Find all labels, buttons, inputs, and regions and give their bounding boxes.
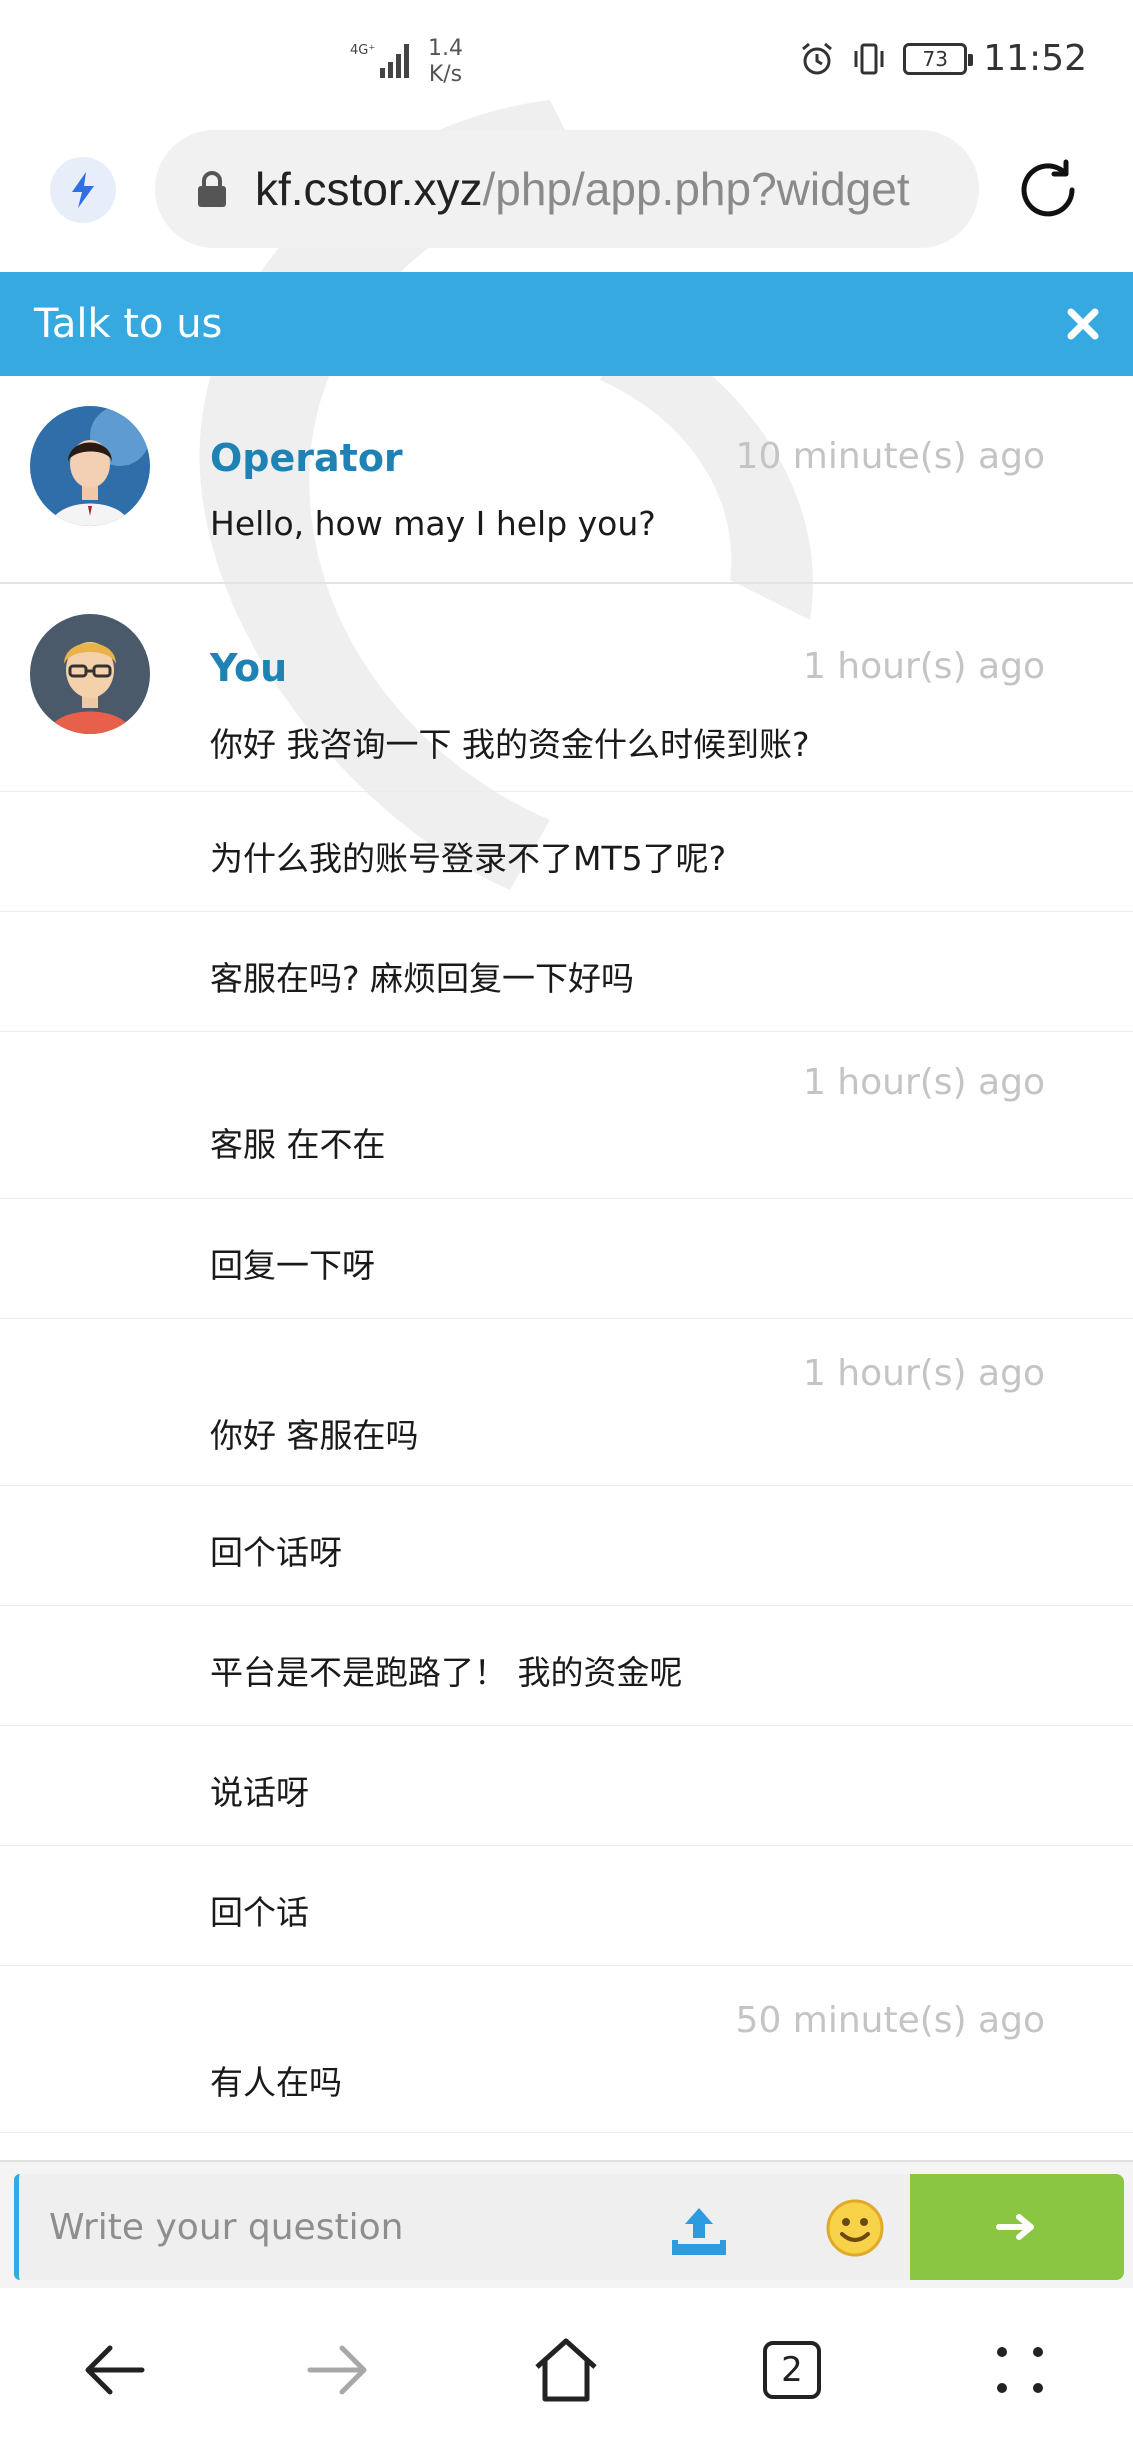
reload-icon[interactable] [1012, 154, 1084, 226]
user-message-row: 为什么我的账号登录不了MT5了呢? [0, 792, 1133, 912]
message-timestamp: 50 minute(s) ago [735, 2000, 1045, 2041]
back-button[interactable] [76, 2332, 152, 2408]
tab-count: 2 [763, 2341, 821, 2399]
user-message-text: 客服 在不在 [210, 1125, 386, 1164]
signal-icon: 4G⁺ [350, 43, 409, 78]
status-bar: 4G⁺ 1.4 K/s 73 11:52 [0, 0, 1133, 130]
user-message-text: 客服在吗? 麻烦回复一下好吗 [210, 959, 635, 998]
network-speed-unit: K/s [428, 62, 463, 87]
widget-title: Talk to us [34, 301, 223, 347]
user-message-row: 回个话 [0, 1846, 1133, 1966]
user-message-text: 有人在吗 [210, 2063, 342, 2102]
url-path: /php/app.php?widget [482, 163, 910, 215]
user-message-row: 回复一下呀 [0, 1199, 1133, 1319]
user-message-row: 回个话呀 [0, 1486, 1133, 1606]
user-message-text: 回复一下呀 [210, 1246, 375, 1285]
user-message-text: 你好 我咨询一下 我的资金什么时候到账? [210, 725, 810, 764]
home-button[interactable] [528, 2332, 604, 2408]
browser-bottom-nav: 2 [0, 2290, 1133, 2453]
user-message-row: 50 minute(s) ago 有人在吗 [0, 1966, 1133, 2133]
user-message-text: 你好 客服在吗 [210, 1416, 419, 1455]
tabs-button[interactable]: 2 [754, 2332, 830, 2408]
status-time: 11:52 [983, 38, 1087, 79]
user-name: You [210, 646, 288, 690]
close-icon[interactable] [1061, 302, 1105, 346]
user-message-text: 平台是不是跑路了！ 我的资金呢 [210, 1653, 683, 1692]
lightning-icon [72, 172, 94, 208]
user-avatar [30, 614, 150, 734]
arrow-right-icon [996, 2214, 1034, 2240]
url-host: kf.cstor.xyz [255, 163, 483, 215]
chat-widget-header: Talk to us [0, 272, 1133, 376]
operator-message: Operator 10 minute(s) ago Hello, how may… [0, 376, 1133, 584]
user-message-row: 说话呀 [0, 1726, 1133, 1846]
network-speed-value: 1.4 [428, 36, 463, 61]
user-message-text: 说话呀 [210, 1773, 309, 1812]
upload-icon[interactable] [671, 2204, 727, 2256]
message-timestamp: 1 hour(s) ago [802, 1353, 1045, 1394]
network-speed: 1.4 K/s [428, 36, 463, 88]
user-message-text: 回个话呀 [210, 1533, 342, 1572]
battery-indicator: 73 [903, 42, 974, 75]
user-message-text: 回个话 [210, 1893, 309, 1932]
arrow-left-icon [85, 2345, 145, 2395]
operator-timestamp: 10 minute(s) ago [735, 436, 1045, 477]
lock-icon [198, 171, 226, 207]
emoji-icon[interactable] [825, 2198, 885, 2258]
browser-address-row: kf.cstor.xyz/php/app.php?widget [0, 130, 1133, 272]
arrow-right-icon [307, 2345, 367, 2395]
svg-text:4G⁺: 4G⁺ [350, 43, 375, 58]
operator-message-text: Hello, how may I help you? [210, 504, 656, 543]
user-message-row: 客服在吗? 麻烦回复一下好吗 [0, 912, 1133, 1032]
menu-button[interactable] [982, 2332, 1058, 2408]
vibrate-icon [854, 43, 884, 74]
question-input[interactable] [49, 2174, 629, 2280]
user-message-group: You 1 hour(s) ago 你好 我咨询一下 我的资金什么时候到账? 为… [0, 584, 1133, 2133]
message-timestamp: 1 hour(s) ago [802, 646, 1045, 687]
alarm-icon [802, 42, 833, 74]
home-icon [535, 2338, 597, 2402]
user-message-row: 平台是不是跑路了！ 我的资金呢 [0, 1606, 1133, 1726]
forward-button[interactable] [300, 2332, 376, 2408]
user-message-row: 1 hour(s) ago 你好 客服在吗 [0, 1319, 1133, 1486]
user-message-text: 为什么我的账号登录不了MT5了呢? [210, 839, 727, 878]
user-message-row: 1 hour(s) ago 客服 在不在 [0, 1032, 1133, 1199]
message-list[interactable]: Operator 10 minute(s) ago Hello, how may… [0, 376, 1133, 2159]
message-composer [0, 2160, 1133, 2288]
question-input-wrapper [14, 2174, 910, 2280]
more-dots-icon [997, 2347, 1043, 2393]
url-bar[interactable]: kf.cstor.xyz/php/app.php?widget [155, 130, 979, 248]
operator-avatar [30, 406, 150, 526]
operator-name: Operator [210, 436, 403, 480]
lightning-button[interactable] [50, 157, 116, 223]
send-button[interactable] [910, 2174, 1124, 2280]
user-message-row: You 1 hour(s) ago 你好 我咨询一下 我的资金什么时候到账? [0, 584, 1133, 792]
url-text: kf.cstor.xyz/php/app.php?widget [255, 162, 910, 216]
message-timestamp: 1 hour(s) ago [802, 1062, 1045, 1103]
